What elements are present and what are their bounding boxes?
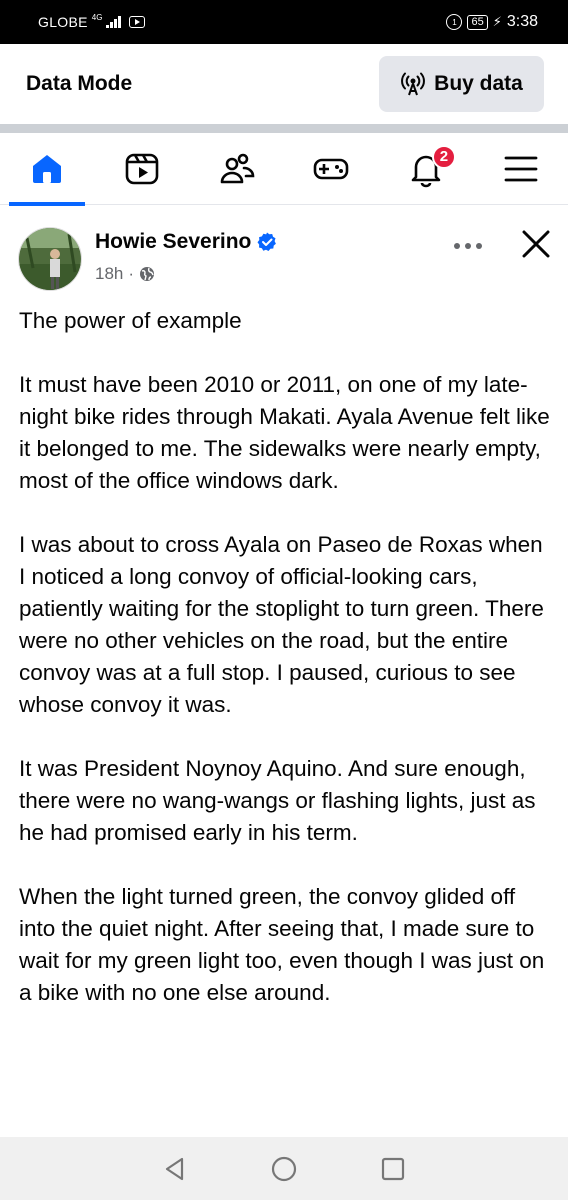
- data-mode-title: Data Mode: [26, 72, 133, 95]
- tab-home[interactable]: [7, 133, 87, 206]
- buy-data-label: Buy data: [434, 72, 523, 95]
- recents-button[interactable]: [373, 1149, 413, 1189]
- post-paragraph: I was about to cross Ayala on Paseo de R…: [19, 532, 544, 717]
- youtube-icon: [128, 16, 145, 28]
- post-paragraph: It was President Noynoy Aquino. And sure…: [19, 756, 536, 845]
- post-paragraph: The power of example: [19, 308, 242, 333]
- clock: 3:38: [506, 13, 538, 30]
- status-left: GLOBE 4G: [38, 12, 145, 30]
- home-button[interactable]: [264, 1149, 304, 1189]
- back-button[interactable]: [155, 1149, 195, 1189]
- network-type: 4G: [91, 12, 103, 22]
- mute-icon: 1: [446, 14, 463, 30]
- avatar[interactable]: [18, 227, 82, 291]
- verified-badge-icon: [257, 232, 277, 251]
- globe-icon: [140, 267, 155, 281]
- status-right: 1 65 ⚡ 3:38: [446, 13, 538, 31]
- gamepad-icon: [313, 158, 349, 179]
- tab-notifications[interactable]: 2: [386, 133, 466, 205]
- author-name[interactable]: Howie Severino: [95, 230, 277, 254]
- avatar-image: [19, 228, 81, 290]
- status-bar: GLOBE 4G 1 65 ⚡ 3:38: [0, 0, 568, 44]
- video-icon: [125, 153, 159, 184]
- post-time[interactable]: 18h: [95, 264, 123, 284]
- notification-badge: 2: [431, 144, 456, 169]
- post-text: The power of example It must have been 2…: [19, 305, 554, 1041]
- system-nav-bar: [0, 1137, 568, 1200]
- friends-icon: [220, 153, 254, 183]
- home-icon: [33, 154, 62, 183]
- main-nav: 2: [0, 133, 568, 206]
- close-icon[interactable]: [518, 226, 554, 262]
- post-paragraph: When the light turned green, the convoy …: [19, 884, 545, 1005]
- recents-square-icon: [382, 1157, 405, 1180]
- charging-icon: ⚡: [492, 14, 502, 29]
- tab-video[interactable]: [102, 133, 182, 205]
- tab-friends[interactable]: [197, 133, 277, 205]
- more-options-button[interactable]: [446, 234, 490, 258]
- data-mode-bar: Data Mode Buy data: [0, 44, 568, 124]
- back-triangle-icon: [165, 1157, 183, 1180]
- dot-icon: [454, 243, 460, 249]
- home-circle-icon: [271, 1156, 297, 1181]
- author-name-text: Howie Severino: [95, 230, 252, 253]
- broadcast-icon: [401, 72, 426, 96]
- post-meta: 18h ·: [95, 264, 155, 284]
- battery-level: 65: [467, 14, 488, 30]
- dot-icon: [465, 243, 471, 249]
- carrier-name: GLOBE: [38, 14, 88, 30]
- buy-data-button[interactable]: Buy data: [379, 56, 544, 112]
- post-header: Howie Severino 18h ·: [0, 206, 568, 300]
- signal-icon: [106, 16, 121, 28]
- post-paragraph: It must have been 2010 or 2011, on one o…: [19, 372, 550, 493]
- dot-icon: [476, 243, 482, 249]
- hamburger-icon: [504, 156, 538, 181]
- tab-gaming[interactable]: [291, 133, 371, 205]
- tab-menu[interactable]: [481, 133, 561, 205]
- meta-separator: ·: [128, 264, 135, 283]
